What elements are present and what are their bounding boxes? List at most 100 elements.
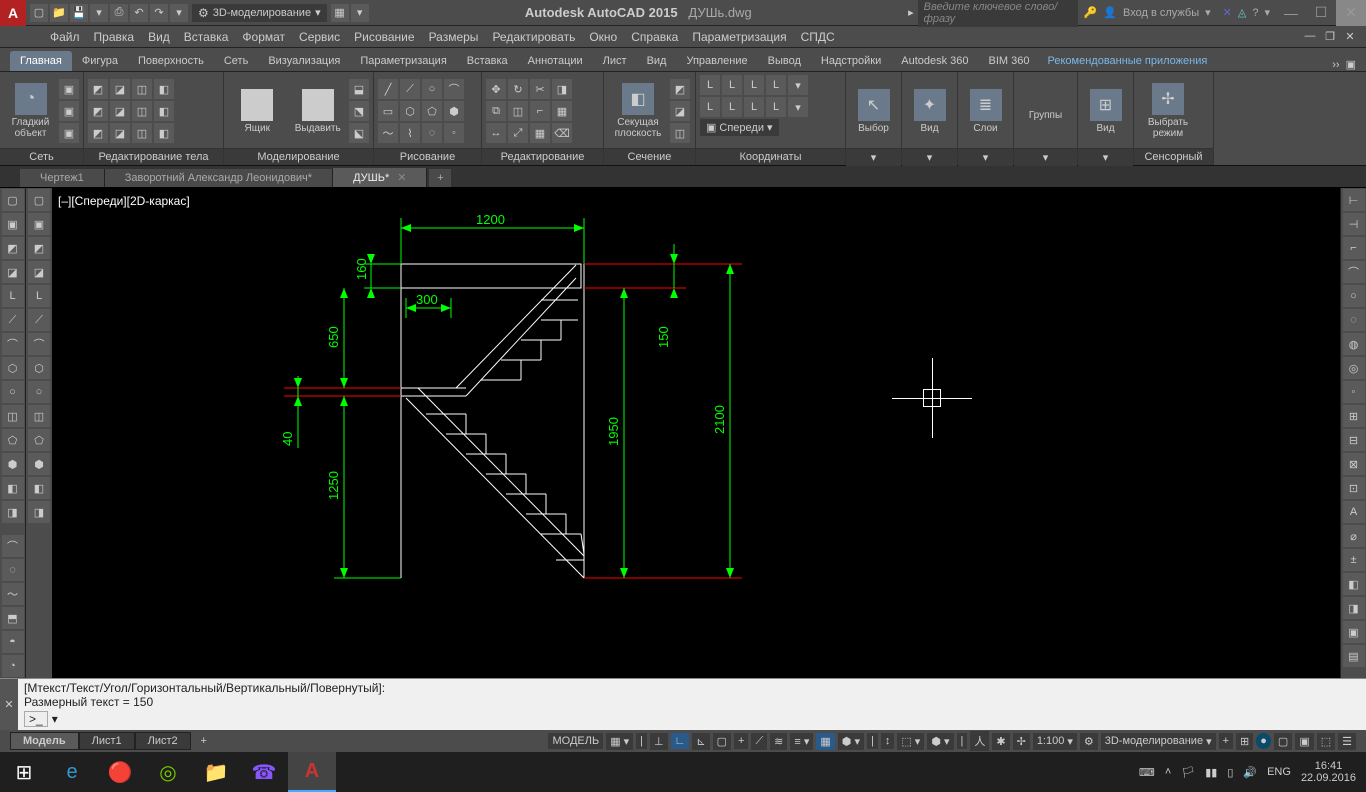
a360-icon[interactable]: ◬ (1238, 6, 1246, 19)
extrude-button[interactable]: ⬒ Выдавить (289, 75, 348, 147)
status-workspace[interactable]: 3D-моделирование ▾ (1101, 733, 1216, 750)
menu-tools[interactable]: Сервис (299, 30, 340, 44)
view2-button[interactable]: ⊞Вид (1082, 75, 1129, 147)
status-snap-icon[interactable]: ∟ (671, 733, 690, 749)
status-polar-icon[interactable]: ⊾ (692, 733, 709, 750)
panel-label-coords[interactable]: Координаты (696, 148, 845, 165)
tab-insert[interactable]: Вставка (457, 51, 518, 71)
copy-icon[interactable]: ⧉ (486, 101, 506, 121)
mesh-opt3-icon[interactable]: ▣ (59, 123, 79, 143)
tab-a360[interactable]: Autodesk 360 (891, 51, 978, 71)
cmdline-close-icon[interactable]: ✕ (0, 679, 18, 730)
tray-wifi-icon[interactable]: ▮▮ (1205, 766, 1217, 779)
tab-parametric[interactable]: Параметризация (350, 51, 456, 71)
panel-label-draw[interactable]: Рисование (374, 148, 481, 165)
rotate-icon[interactable]: ↻ (508, 79, 528, 99)
status-menu-icon[interactable]: ☰ (1338, 733, 1356, 750)
doctab-3[interactable]: ДУШЬ*✕ (333, 168, 427, 187)
scale-icon[interactable]: ⤢ (508, 123, 528, 143)
command-line[interactable]: ✕ [Мтекст/Текст/Угол/Горизонтальный/Верт… (0, 678, 1366, 730)
circle-icon[interactable]: ○ (422, 79, 442, 99)
line-icon[interactable]: ╱ (378, 79, 398, 99)
status-scale[interactable]: 1:100 ▾ (1033, 733, 1077, 750)
exchange-icon[interactable]: ✕ (1223, 6, 1232, 19)
lt-box-icon[interactable]: ▢ (2, 189, 24, 211)
cmd-dropdown-icon[interactable]: ▾ (52, 712, 58, 726)
drawing-canvas[interactable]: [–][Спереди][2D-каркас] (52, 188, 1340, 678)
dropdown-icon[interactable]: ▾ (1264, 6, 1270, 19)
taskbar-autocad-icon[interactable]: A (288, 752, 336, 792)
tab-home[interactable]: Главная (10, 51, 72, 71)
touch-button[interactable]: ✢Выбрать режим (1138, 75, 1198, 147)
menu-draw[interactable]: Рисование (354, 30, 414, 44)
status-gear-icon[interactable]: ⚙ (1080, 733, 1098, 750)
trim-icon[interactable]: ✂ (530, 79, 550, 99)
qat-plot-icon[interactable]: ⎙ (110, 4, 128, 22)
qat-saveas-icon[interactable]: ▾ (90, 4, 108, 22)
tray-sound-icon[interactable]: 🔊 (1243, 766, 1257, 779)
layers-button[interactable]: ≣Слои (962, 75, 1009, 147)
panel-sel-dd[interactable]: ▾ (846, 148, 901, 166)
qat-extra1-icon[interactable]: ▦ (331, 4, 349, 22)
view-button[interactable]: ✦Вид (906, 75, 953, 147)
se1-icon[interactable]: ◩ (88, 79, 108, 99)
search-input[interactable]: Введите ключевое слово/фразу (918, 0, 1078, 27)
menu-format[interactable]: Формат (242, 30, 285, 44)
panel-label-edit[interactable]: Редактирование (482, 148, 603, 165)
menu-edit[interactable]: Правка (94, 30, 135, 44)
panel-label-modeling[interactable]: Моделирование (224, 148, 373, 165)
panel-label-section[interactable]: Сечение (604, 148, 695, 165)
app-logo[interactable]: A (0, 0, 26, 26)
stretch-icon[interactable]: ↔ (486, 123, 506, 143)
qat-undo-icon[interactable]: ↶ (130, 4, 148, 22)
new-doc-button[interactable]: + (429, 169, 451, 187)
minimize-button[interactable]: — (1276, 0, 1306, 26)
panel-label-touch[interactable]: Сенсорный (1134, 148, 1213, 165)
tray-clock[interactable]: 16:41 22.09.2016 (1301, 760, 1356, 784)
qat-extra2-icon[interactable]: ▾ (351, 4, 369, 22)
status-dyn-icon[interactable]: + (734, 733, 748, 749)
taskbar-viber-icon[interactable]: ☎ (240, 752, 288, 792)
status-human-icon[interactable]: 人 (970, 731, 989, 751)
workspace-selector[interactable]: ⚙ 3D-моделирование ▾ (192, 4, 327, 22)
groups-button[interactable]: Группы (1018, 75, 1073, 147)
tab-bim360[interactable]: BIM 360 (979, 51, 1040, 71)
ribbon-more-icon[interactable]: ›› (1332, 59, 1339, 71)
cmd-input[interactable]: >_▾ (24, 711, 1360, 727)
erase-icon[interactable]: ⌫ (552, 123, 572, 143)
model-tab[interactable]: Модель (10, 732, 79, 750)
array-icon[interactable]: ▦ (530, 123, 550, 143)
fillet-icon[interactable]: ⌐ (530, 101, 550, 121)
qat-save-icon[interactable]: 💾 (70, 4, 88, 22)
doctab-1[interactable]: Чертеж1 (20, 169, 105, 187)
tray-battery-icon[interactable]: ▯ (1227, 766, 1233, 779)
doc-restore-icon[interactable]: ❐ (1322, 30, 1338, 43)
menu-dimension[interactable]: Размеры (429, 30, 479, 44)
login-button[interactable]: 🔑 👤 Вход в службы ▾ (1078, 6, 1217, 19)
panel-label-editbody[interactable]: Редактирование тела (84, 148, 223, 165)
menu-parametric[interactable]: Параметризация (692, 30, 786, 44)
tab-surface[interactable]: Поверхность (128, 51, 214, 71)
qat-open-icon[interactable]: 📁 (50, 4, 68, 22)
start-button[interactable]: ⊞ (0, 752, 48, 792)
ribbon-collapse-icon[interactable]: ▣ (1346, 58, 1356, 71)
maximize-button[interactable]: ☐ (1306, 0, 1336, 26)
dim-linear-icon[interactable]: ⊢ (1343, 189, 1365, 211)
help-icon[interactable]: ? (1252, 7, 1258, 19)
search-arrow-icon[interactable]: ▸ (904, 6, 918, 19)
qat-redo-icon[interactable]: ↷ (150, 4, 168, 22)
menu-file[interactable]: Файл (50, 30, 80, 44)
status-ortho-icon[interactable]: ⊥ (650, 733, 668, 750)
selection-button[interactable]: ↖Выбор (850, 75, 897, 147)
ucs-front-button[interactable]: ▣ Спереди ▾ (700, 119, 779, 136)
close-icon[interactable]: ✕ (397, 172, 406, 184)
tab-output[interactable]: Вывод (758, 51, 811, 71)
status-osnap-icon[interactable]: ▢ (713, 733, 731, 750)
arc-icon[interactable]: ⌒ (444, 79, 464, 99)
polyline-icon[interactable]: ⟋ (400, 79, 420, 99)
menu-view[interactable]: Вид (148, 30, 170, 44)
tray-keyboard-icon[interactable]: ⌨ (1139, 766, 1155, 779)
tab-addins[interactable]: Надстройки (811, 51, 891, 71)
tab-featured-apps[interactable]: Рекомендованные приложения (1040, 51, 1216, 71)
add-layout-button[interactable]: + (195, 735, 213, 747)
